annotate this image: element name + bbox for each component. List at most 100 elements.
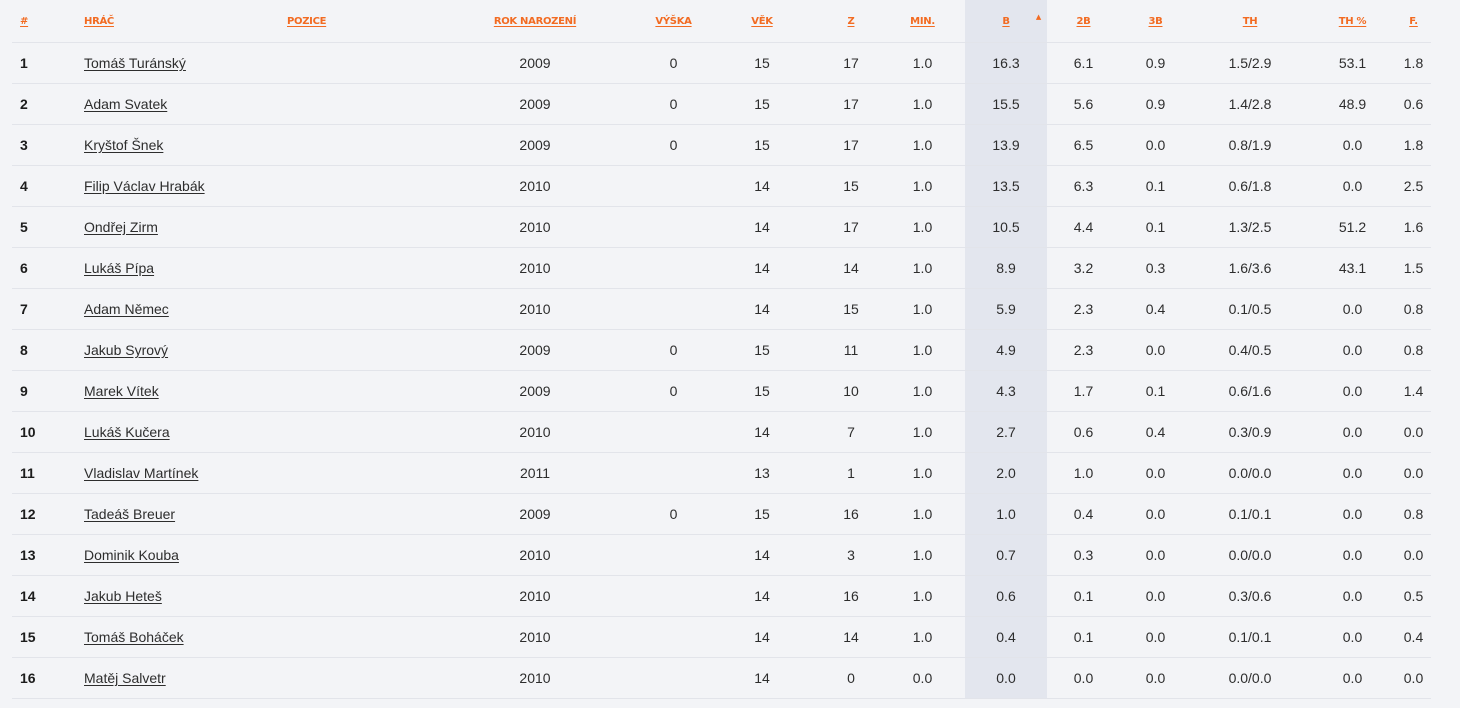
cell-position: [287, 165, 425, 207]
cell-age: 15: [702, 83, 822, 125]
cell-ft-pct: 0.0: [1309, 534, 1396, 576]
cell-ft-pct: 43.1: [1309, 247, 1396, 289]
player-link[interactable]: Tadeáš Breuer: [84, 506, 175, 522]
cell-fouls: 0.0: [1396, 657, 1431, 699]
table-row: 11 Vladislav Martínek 2011 13 1 1.0 2.0 1.0 0.0 0…: [12, 452, 1431, 494]
cell-rank: 15: [12, 616, 84, 658]
cell-height: [645, 288, 702, 330]
cell-ft-pct: 0.0: [1309, 165, 1396, 207]
cell-three-pt: 0.0: [1120, 616, 1191, 658]
player-link[interactable]: Kryštof Šnek: [84, 137, 163, 153]
header-points-label: B: [1002, 15, 1010, 27]
player-link[interactable]: Matěj Salvetr: [84, 670, 166, 686]
player-link[interactable]: Lukáš Pípa: [84, 260, 154, 276]
player-link[interactable]: Jakub Syrový: [84, 342, 168, 358]
cell-player: Ondřej Zirm: [84, 206, 287, 248]
cell-points: 4.9: [965, 329, 1047, 371]
cell-height: [645, 206, 702, 248]
cell-fouls: 0.8: [1396, 493, 1431, 535]
sort-desc-icon: ▲: [1035, 13, 1041, 21]
cell-free-throws: 0.1/0.1: [1191, 616, 1309, 658]
cell-birth-year: 2009: [425, 370, 645, 412]
cell-games: 1: [822, 452, 880, 494]
cell-fouls: 1.4: [1396, 370, 1431, 412]
cell-points: 5.9: [965, 288, 1047, 330]
cell-minutes: 1.0: [880, 575, 965, 617]
cell-free-throws: 0.4/0.5: [1191, 329, 1309, 371]
header-points[interactable]: B ▲: [965, 0, 1047, 43]
cell-free-throws: 1.3/2.5: [1191, 206, 1309, 248]
cell-three-pt: 0.4: [1120, 288, 1191, 330]
cell-minutes: 1.0: [880, 247, 965, 289]
player-link[interactable]: Ondřej Zirm: [84, 219, 158, 235]
player-link[interactable]: Jakub Heteš: [84, 588, 162, 604]
cell-two-pt: 0.1: [1047, 616, 1120, 658]
cell-points: 16.3: [965, 42, 1047, 84]
cell-age: 14: [702, 575, 822, 617]
header-games[interactable]: Z: [822, 0, 880, 43]
cell-fouls: 0.0: [1396, 411, 1431, 453]
cell-ft-pct: 0.0: [1309, 124, 1396, 166]
cell-position: [287, 452, 425, 494]
cell-age: 14: [702, 534, 822, 576]
header-rank[interactable]: #: [12, 0, 84, 43]
cell-rank: 7: [12, 288, 84, 330]
cell-minutes: 1.0: [880, 288, 965, 330]
cell-age: 14: [702, 616, 822, 658]
cell-age: 14: [702, 247, 822, 289]
player-link[interactable]: Filip Václav Hrabák: [84, 178, 205, 194]
cell-height: [645, 165, 702, 207]
cell-birth-year: 2009: [425, 42, 645, 84]
cell-ft-pct: 0.0: [1309, 411, 1396, 453]
cell-points: 13.5: [965, 165, 1047, 207]
table-row: 16 Matěj Salvetr 2010 14 0 0.0 0.0 0.0 0.0 0.0/0.…: [12, 657, 1431, 699]
header-age[interactable]: Věk: [702, 0, 822, 43]
header-three-pt[interactable]: 3B: [1120, 0, 1191, 43]
header-height[interactable]: Výška: [645, 0, 702, 43]
header-ft-pct[interactable]: TH %: [1309, 0, 1396, 43]
player-link[interactable]: Lukáš Kučera: [84, 424, 170, 440]
cell-age: 13: [702, 452, 822, 494]
cell-free-throws: 0.3/0.6: [1191, 575, 1309, 617]
header-minutes[interactable]: Min.: [880, 0, 965, 43]
header-birth-year[interactable]: Rok narození: [425, 0, 645, 43]
cell-player: Tomáš Turánský: [84, 42, 287, 84]
header-fouls[interactable]: F.: [1396, 0, 1431, 43]
table-row: 8 Jakub Syrový 2009 0 15 11 1.0 4.9 2.3 0.0 0.4/0.…: [12, 329, 1431, 371]
player-link[interactable]: Tomáš Turánský: [84, 55, 186, 71]
cell-games: 17: [822, 83, 880, 125]
header-player[interactable]: Hráč: [84, 0, 287, 43]
cell-height: [645, 452, 702, 494]
table-row: 14 Jakub Heteš 2010 14 16 1.0 0.6 0.1 0.0 0.3/0.6…: [12, 575, 1431, 617]
player-link[interactable]: Dominik Kouba: [84, 547, 179, 563]
cell-fouls: 2.5: [1396, 165, 1431, 207]
cell-birth-year: 2010: [425, 165, 645, 207]
table-header-row: # Hráč Pozice Rok narození Výška Věk Z M…: [12, 0, 1431, 43]
cell-rank: 1: [12, 42, 84, 84]
cell-three-pt: 0.0: [1120, 534, 1191, 576]
header-free-throws[interactable]: TH: [1191, 0, 1309, 43]
player-link[interactable]: Adam Němec: [84, 301, 169, 317]
cell-games: 14: [822, 616, 880, 658]
cell-fouls: 1.8: [1396, 42, 1431, 84]
cell-three-pt: 0.1: [1120, 370, 1191, 412]
cell-ft-pct: 0.0: [1309, 616, 1396, 658]
cell-player: Adam Němec: [84, 288, 287, 330]
cell-player: Matěj Salvetr: [84, 657, 287, 699]
player-stats-table: # Hráč Pozice Rok narození Výška Věk Z M…: [12, 0, 1431, 699]
cell-player: Jakub Syrový: [84, 329, 287, 371]
cell-points: 4.3: [965, 370, 1047, 412]
player-link[interactable]: Adam Svatek: [84, 96, 167, 112]
table-row: 13 Dominik Kouba 2010 14 3 1.0 0.7 0.3 0.0 0.0/0.…: [12, 534, 1431, 576]
header-two-pt[interactable]: 2B: [1047, 0, 1120, 43]
cell-three-pt: 0.0: [1120, 657, 1191, 699]
player-link[interactable]: Marek Vítek: [84, 383, 159, 399]
cell-games: 3: [822, 534, 880, 576]
cell-age: 14: [702, 165, 822, 207]
cell-birth-year: 2009: [425, 124, 645, 166]
player-link[interactable]: Tomáš Boháček: [84, 629, 184, 645]
cell-three-pt: 0.3: [1120, 247, 1191, 289]
cell-rank: 11: [12, 452, 84, 494]
player-link[interactable]: Vladislav Martínek: [84, 465, 198, 481]
header-position[interactable]: Pozice: [287, 0, 425, 43]
